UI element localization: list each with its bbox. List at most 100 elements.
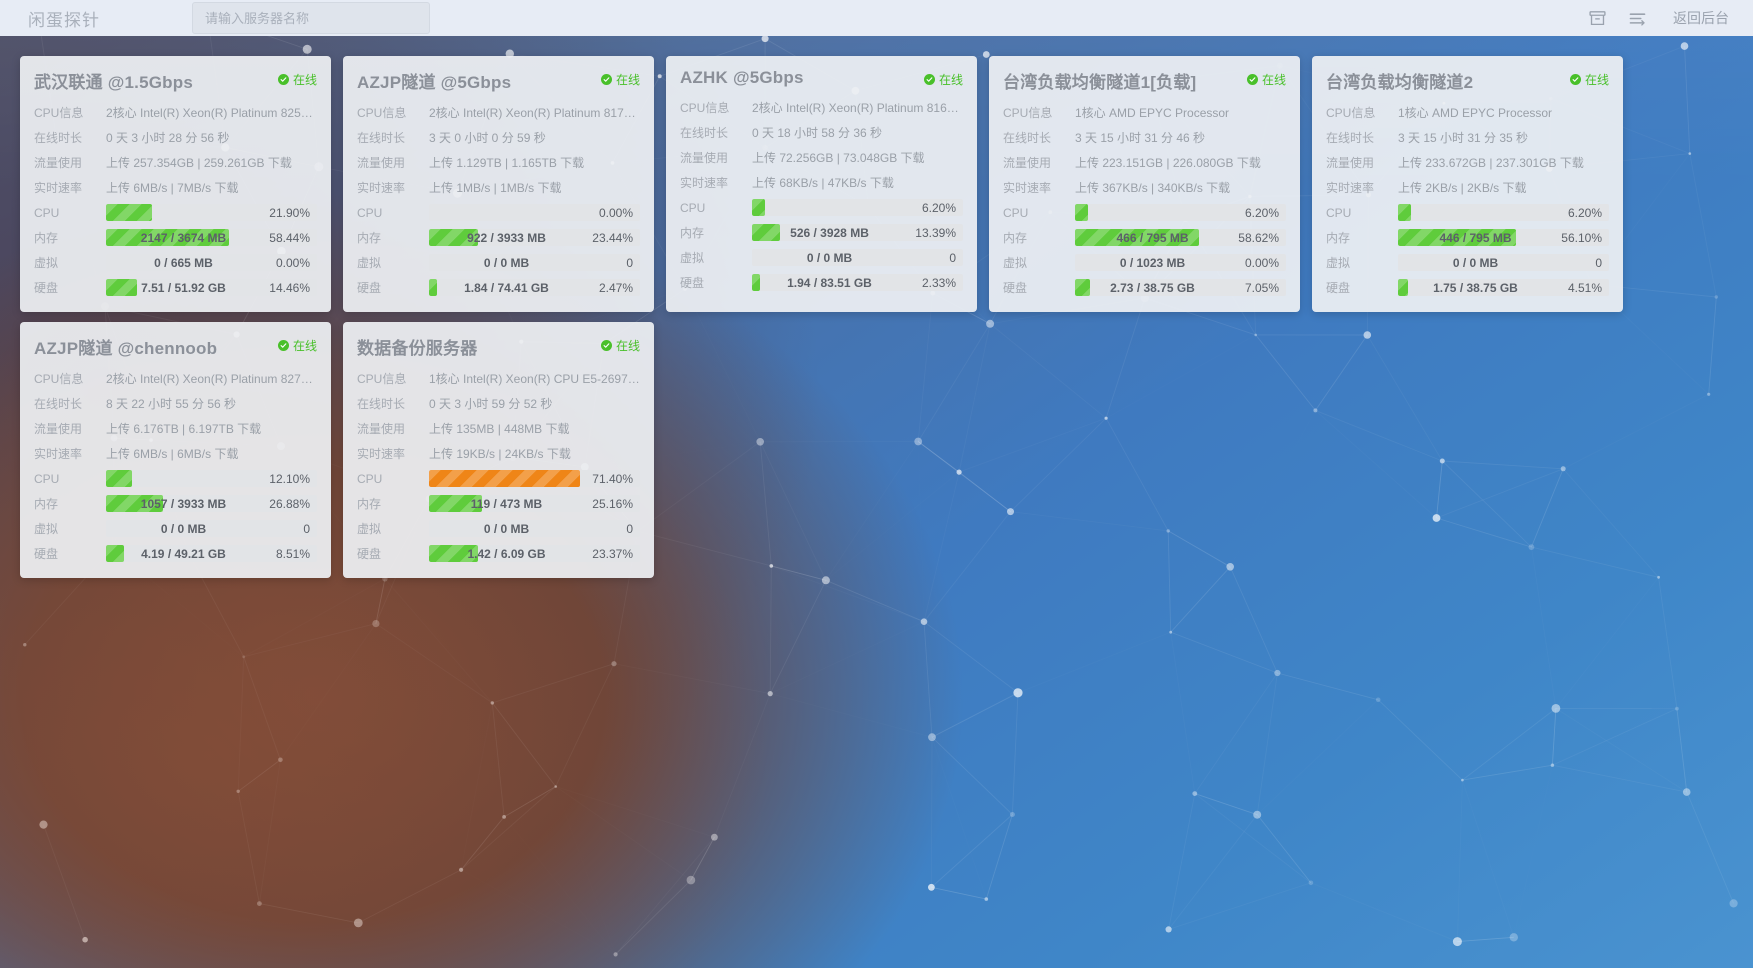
server-card[interactable]: 台湾负载均衡隧道2 在线 CPU信息 1核心 AMD EPYC Processor 在线… <box>1312 56 1623 312</box>
status-text: 在线 <box>292 339 317 353</box>
cpu-label: CPU <box>1003 205 1029 220</box>
app-brand-title: 闲蛋探针 <box>28 10 100 30</box>
traffic-value: 上传 233.672GB | 237.301GB 下载 <box>1398 156 1584 170</box>
swap-percent: 0 <box>626 521 633 536</box>
memory-label: 内存 <box>1003 231 1028 245</box>
disk-percent: 23.37% <box>592 546 633 561</box>
speed-row: 实时速率 上传 6MB/s | 7MB/s 下载 <box>34 175 317 200</box>
server-card[interactable]: AZJP隧道 @chennoob 在线 CPU信息 2核心 Intel(R) Xeon… <box>20 322 331 578</box>
uptime-value: 0 天 3 小时 28 分 56 秒 <box>106 131 230 145</box>
server-card[interactable]: AZHK @5Gbps 在线 CPU信息 2核心 Intel(R) Xeon(R) P… <box>666 56 977 312</box>
disk-bar-row: 硬盘 2.73 / 38.75 GB 7.05% <box>1003 275 1286 300</box>
speed-value: 上传 1MB/s | 1MB/s 下载 <box>429 181 562 195</box>
memory-label: 内存 <box>34 231 59 245</box>
uptime-value: 3 天 15 小时 31 分 46 秒 <box>1075 131 1206 145</box>
traffic-value: 上传 257.354GB | 259.261GB 下载 <box>106 156 292 170</box>
swap-bar-row: 虚拟 0 / 0 MB 0 <box>357 250 640 275</box>
uptime-label: 在线时长 <box>357 131 406 145</box>
disk-label: 硬盘 <box>34 281 59 295</box>
cpu-label: CPU <box>1326 205 1352 220</box>
memory-label: 内存 <box>34 497 59 511</box>
uptime-label: 在线时长 <box>34 397 83 411</box>
uptime-row: 在线时长 3 天 15 小时 31 分 46 秒 <box>1003 125 1286 150</box>
back-to-admin-link[interactable]: 返回后台 <box>1673 8 1729 28</box>
speed-value: 上传 19KB/s | 24KB/s 下载 <box>429 447 571 461</box>
cpu-progress-fill <box>106 470 132 487</box>
traffic-label: 流量使用 <box>680 151 729 165</box>
cpu-label: CPU <box>357 471 383 486</box>
server-name: AZJP隧道 @chennoob <box>34 339 218 358</box>
swap-percent: 0 <box>1595 255 1602 270</box>
disk-percent: 8.51% <box>275 546 310 561</box>
disk-progress-track: 1.75 / 38.75 GB 4.51% <box>1398 279 1609 296</box>
memory-percent: 58.62% <box>1238 230 1279 245</box>
cpu-label: CPU <box>680 200 706 215</box>
memory-percent: 23.44% <box>592 230 633 245</box>
cpu-info-label: CPU信息 <box>1326 106 1376 120</box>
online-check-icon <box>923 74 935 85</box>
server-card-header: AZJP隧道 @5Gbps 在线 <box>357 68 640 93</box>
cpu-info-row: CPU信息 1核心 Intel(R) Xeon(R) CPU E5-2697 ..… <box>357 366 640 391</box>
cpu-progress-fill <box>429 470 580 487</box>
uptime-value: 8 天 22 小时 55 分 56 秒 <box>106 397 237 411</box>
speed-row: 实时速率 上传 2KB/s | 2KB/s 下载 <box>1326 175 1609 200</box>
archive-icon[interactable] <box>1587 8 1607 28</box>
traffic-row: 流量使用 上传 135MB | 448MB 下载 <box>357 416 640 441</box>
speed-label: 实时速率 <box>357 447 406 461</box>
cpu-progress-fill <box>106 204 153 221</box>
uptime-row: 在线时长 3 天 0 小时 0 分 59 秒 <box>357 125 640 150</box>
uptime-label: 在线时长 <box>680 126 729 140</box>
cpu-percent: 6.20% <box>921 200 956 215</box>
swap-percent: 0.00% <box>275 255 310 270</box>
disk-label: 硬盘 <box>34 547 59 561</box>
server-card[interactable]: 数据备份服务器 在线 CPU信息 1核心 Intel(R) Xeon(R) CPU E… <box>343 322 654 578</box>
list-sort-icon[interactable] <box>1627 8 1647 28</box>
cpu-info-label: CPU信息 <box>1003 106 1053 120</box>
server-card[interactable]: AZJP隧道 @5Gbps 在线 CPU信息 2核心 Intel(R) Xeon(R)… <box>343 56 654 312</box>
uptime-label: 在线时长 <box>34 131 83 145</box>
disk-percent: 4.51% <box>1567 280 1602 295</box>
uptime-row: 在线时长 3 天 15 小时 31 分 35 秒 <box>1326 125 1609 150</box>
disk-percent: 7.05% <box>1244 280 1279 295</box>
server-card-header: 台湾负载均衡隧道1[负载] 在线 <box>1003 68 1286 93</box>
swap-usage-text: 0 / 0 MB <box>483 255 530 270</box>
server-card-header: 武汉联通 @1.5Gbps 在线 <box>34 68 317 93</box>
status-text: 在线 <box>1261 73 1286 87</box>
cpu-percent: 71.40% <box>592 471 633 486</box>
cpu-progress-fill <box>752 199 766 216</box>
header-actions: 返回后台 <box>1587 8 1729 28</box>
memory-percent: 25.16% <box>592 496 633 511</box>
swap-progress-track: 0 / 0 MB 0 <box>429 520 640 537</box>
cpu-progress-track: 6.20% <box>1398 204 1609 221</box>
search-box[interactable] <box>192 2 430 34</box>
memory-bar-row: 内存 466 / 795 MB 58.62% <box>1003 225 1286 250</box>
server-card[interactable]: 台湾负载均衡隧道1[负载] 在线 CPU信息 1核心 AMD EPYC Process… <box>989 56 1300 312</box>
cpu-info-label: CPU信息 <box>34 372 84 386</box>
uptime-row: 在线时长 0 天 18 小时 58 分 36 秒 <box>680 120 963 145</box>
cpu-bar-row: CPU 12.10% <box>34 466 317 491</box>
memory-bar-row: 内存 526 / 3928 MB 13.39% <box>680 220 963 245</box>
memory-progress-track: 526 / 3928 MB 13.39% <box>752 224 963 241</box>
swap-label: 虚拟 <box>357 256 382 270</box>
memory-progress-track: 922 / 3933 MB 23.44% <box>429 229 640 246</box>
server-name: 数据备份服务器 <box>357 339 478 358</box>
cpu-info-value: 2核心 Intel(R) Xeon(R) Platinum 8255... <box>106 106 317 120</box>
cpu-info-label: CPU信息 <box>34 106 84 120</box>
cpu-info-label: CPU信息 <box>357 106 407 120</box>
cpu-percent: 0.00% <box>598 205 633 220</box>
online-check-icon <box>1246 74 1258 85</box>
cpu-progress-track: 21.90% <box>106 204 317 221</box>
swap-progress-track: 0 / 0 MB 0 <box>752 249 963 266</box>
cpu-bar-row: CPU 6.20% <box>1003 200 1286 225</box>
search-input[interactable] <box>193 3 429 33</box>
server-card[interactable]: 武汉联通 @1.5Gbps 在线 CPU信息 2核心 Intel(R) Xeon(R)… <box>20 56 331 312</box>
server-card-header: AZHK @5Gbps 在线 <box>680 68 963 88</box>
cpu-percent: 12.10% <box>269 471 310 486</box>
cpu-bar-row: CPU 71.40% <box>357 466 640 491</box>
memory-percent: 56.10% <box>1561 230 1602 245</box>
uptime-value: 0 天 18 小时 58 分 36 秒 <box>752 126 883 140</box>
speed-value: 上传 6MB/s | 7MB/s 下载 <box>106 181 239 195</box>
disk-progress-track: 1.84 / 74.41 GB 2.47% <box>429 279 640 296</box>
cpu-progress-fill <box>1398 204 1412 221</box>
swap-bar-row: 虚拟 0 / 0 MB 0 <box>1326 250 1609 275</box>
